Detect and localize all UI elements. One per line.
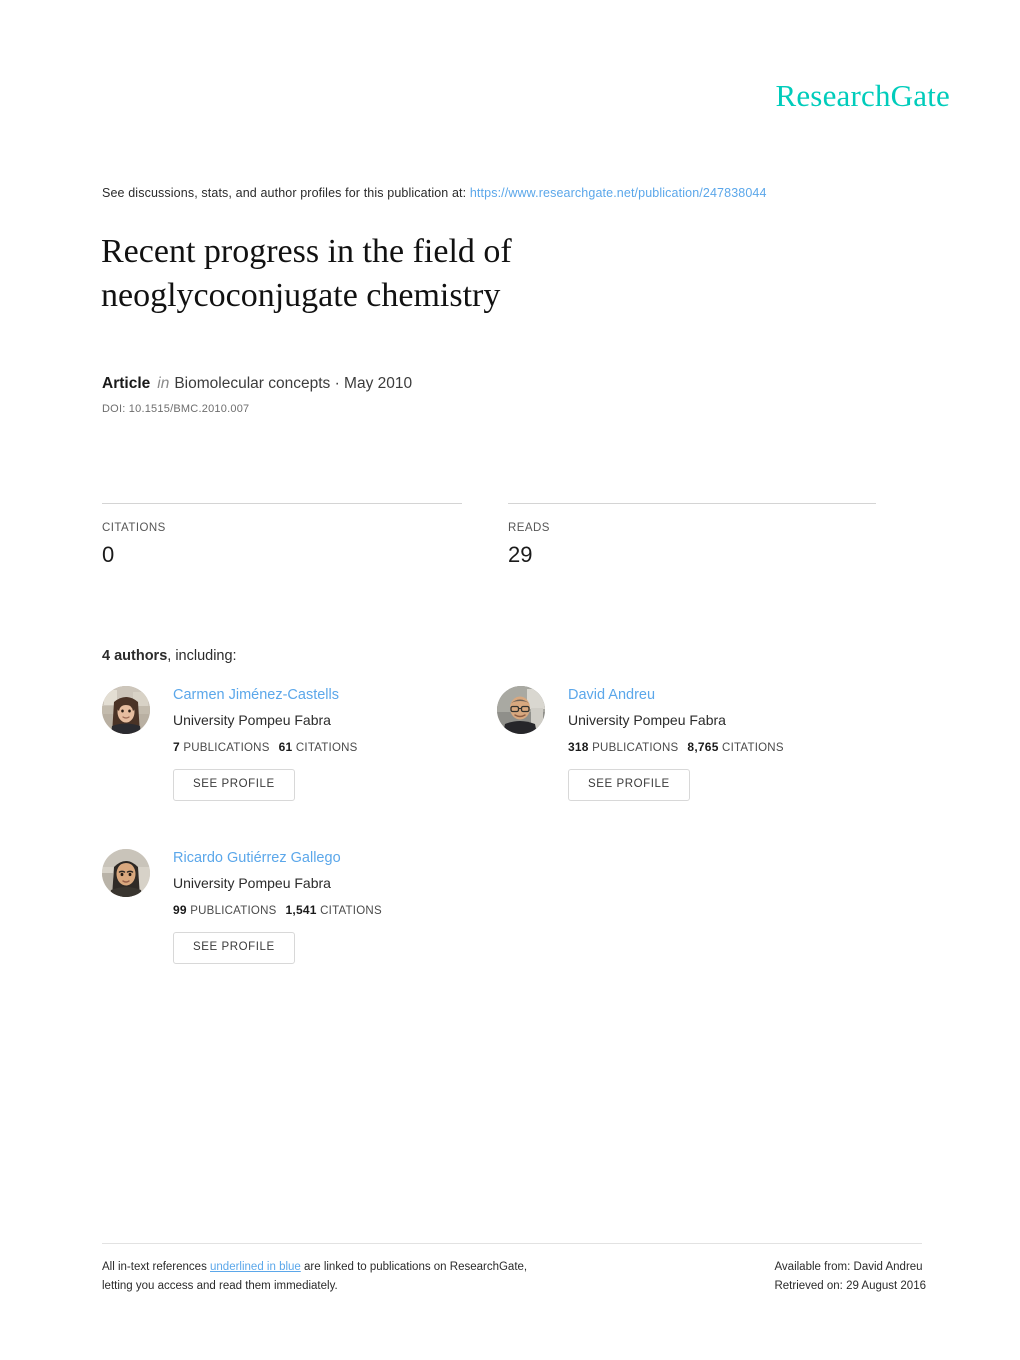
article-meta: Article in Biomolecular concepts · May 201… (102, 375, 412, 393)
author-info: Ricardo Gutiérrez Gallego University Pom… (173, 849, 502, 964)
footer-retrieved-on: Retrieved on: 29 August 2016 (774, 1280, 926, 1292)
stat-reads-value: 29 (508, 542, 533, 567)
author-metrics: 318 PUBLICATIONS 8,765 CITATIONS (568, 740, 897, 754)
footer-note-line-2: letting you access and read them immedia… (102, 1280, 338, 1292)
stat-citations-value: 0 (102, 542, 115, 567)
author-affiliation: University Pompeu Fabra (173, 875, 331, 891)
article-venue-date: Biomolecular concepts · May 2010 (174, 375, 413, 392)
page-title: Recent progress in the field of neoglyco… (101, 230, 721, 318)
stat-citations-label: CITATIONS (102, 522, 166, 534)
discussion-line: See discussions, stats, and author profi… (102, 186, 767, 200)
author-card: David Andreu University Pompeu Fabra 318… (497, 686, 897, 801)
avatar[interactable] (102, 686, 150, 734)
footer-note-link[interactable]: underlined in blue (210, 1261, 301, 1273)
article-doi: DOI: 10.1515/BMC.2010.007 (102, 403, 250, 415)
article-type-label: Article (102, 375, 151, 392)
stat-citations: CITATIONS 0 (102, 503, 462, 568)
avatar[interactable] (497, 686, 545, 734)
article-in-word: in (157, 375, 170, 392)
author-name-link[interactable]: Carmen Jiménez-Castells (173, 686, 502, 705)
author-citations-word: CITATIONS (722, 742, 784, 754)
author-publications-count: 318 (568, 740, 589, 754)
author-publications-count: 7 (173, 740, 180, 754)
author-citations-count: 61 (278, 740, 293, 754)
author-publications-count: 99 (173, 903, 187, 917)
footer-note-text-b: are linked to publications on ResearchGa… (300, 1261, 528, 1273)
footer-note-line-1: All in-text references underlined in blu… (102, 1258, 527, 1277)
footer-note-text-a: All in-text references (102, 1261, 211, 1273)
author-card: Carmen Jiménez-Castells University Pompe… (102, 686, 502, 801)
stat-divider (508, 503, 876, 504)
researchgate-cover-page: ResearchGate See discussions, stats, and… (0, 0, 1020, 1360)
see-profile-button[interactable]: SEE PROFILE (173, 932, 295, 964)
footer-note: All in-text references underlined in blu… (102, 1258, 527, 1296)
footer-divider (102, 1243, 922, 1244)
author-citations-count: 8,765 (687, 740, 719, 754)
page-title-line-2: neoglycoconjugate chemistry (101, 277, 501, 314)
author-publications-word: PUBLICATIONS (592, 742, 679, 754)
stat-divider (102, 503, 462, 504)
author-citations-word: CITATIONS (320, 905, 382, 917)
author-name-link[interactable]: Ricardo Gutiérrez Gallego (173, 849, 502, 868)
author-publications-word: PUBLICATIONS (190, 905, 277, 917)
author-info: David Andreu University Pompeu Fabra 318… (568, 686, 897, 801)
discussion-prefix-text: See discussions, stats, and author profi… (102, 186, 467, 200)
avatar[interactable] (102, 849, 150, 897)
author-citations-word: CITATIONS (295, 742, 358, 754)
publication-url-link[interactable]: https://www.researchgate.net/publication… (470, 186, 767, 200)
author-publications-word: PUBLICATIONS (183, 742, 270, 754)
stat-reads-label: READS (508, 522, 550, 534)
authors-including-label: , including: (167, 648, 237, 664)
see-profile-button[interactable]: SEE PROFILE (173, 769, 295, 801)
stat-reads: READS 29 (508, 503, 876, 568)
author-metrics: 99 PUBLICATIONS 1,541 CITATIONS (173, 903, 502, 917)
author-citations-count: 1,541 (285, 903, 317, 917)
author-affiliation: University Pompeu Fabra (173, 712, 331, 728)
author-name-link[interactable]: David Andreu (568, 686, 897, 705)
author-metrics: 7 PUBLICATIONS 61 CITATIONS (173, 740, 502, 754)
author-card: Ricardo Gutiérrez Gallego University Pom… (102, 849, 502, 964)
footer-available-from: Available from: David Andreu (774, 1261, 923, 1273)
authors-heading: 4 authors, including: (102, 648, 237, 664)
page-title-line-1: Recent progress in the field of (101, 233, 512, 270)
author-info: Carmen Jiménez-Castells University Pompe… (173, 686, 502, 801)
author-affiliation: University Pompeu Fabra (568, 712, 726, 728)
see-profile-button[interactable]: SEE PROFILE (568, 769, 690, 801)
footer-availability: Available from: David Andreu Retrieved o… (774, 1258, 926, 1296)
authors-count-label: 4 authors (102, 648, 168, 664)
researchgate-logo: ResearchGate (775, 78, 950, 113)
